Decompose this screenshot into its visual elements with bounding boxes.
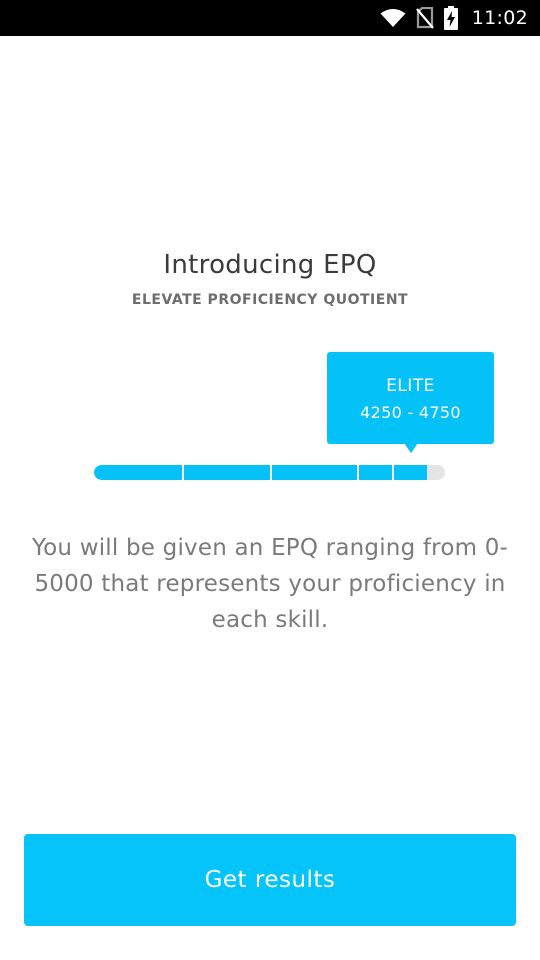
get-results-button[interactable]: Get results <box>24 834 516 926</box>
status-bar: 11:02 <box>0 0 540 36</box>
progress-segment-divider <box>392 465 395 480</box>
progress-segment-divider <box>357 465 360 480</box>
wifi-icon <box>380 8 406 28</box>
progress-segment-divider <box>181 465 184 480</box>
battery-charging-icon <box>443 6 458 30</box>
tooltip-range-label: 4250 - 4750 <box>360 403 461 422</box>
no-sim-icon <box>415 7 434 29</box>
tooltip-level-label: ELITE <box>386 376 435 396</box>
progress-segment-divider <box>269 465 272 480</box>
epq-progress-fill <box>94 465 428 480</box>
status-time: 11:02 <box>471 7 528 29</box>
description-text: You will be given an EPQ ranging from 0-… <box>31 535 509 633</box>
page-subtitle: ELEVATE PROFICIENCY QUOTIENT <box>131 292 409 308</box>
status-icons: 11:02 <box>380 0 528 36</box>
level-tooltip: ELITE 4250 - 4750 <box>327 352 494 444</box>
page-title: Introducing EPQ <box>163 250 377 280</box>
tooltip-pointer <box>404 443 418 453</box>
epq-progress-track <box>94 465 445 480</box>
